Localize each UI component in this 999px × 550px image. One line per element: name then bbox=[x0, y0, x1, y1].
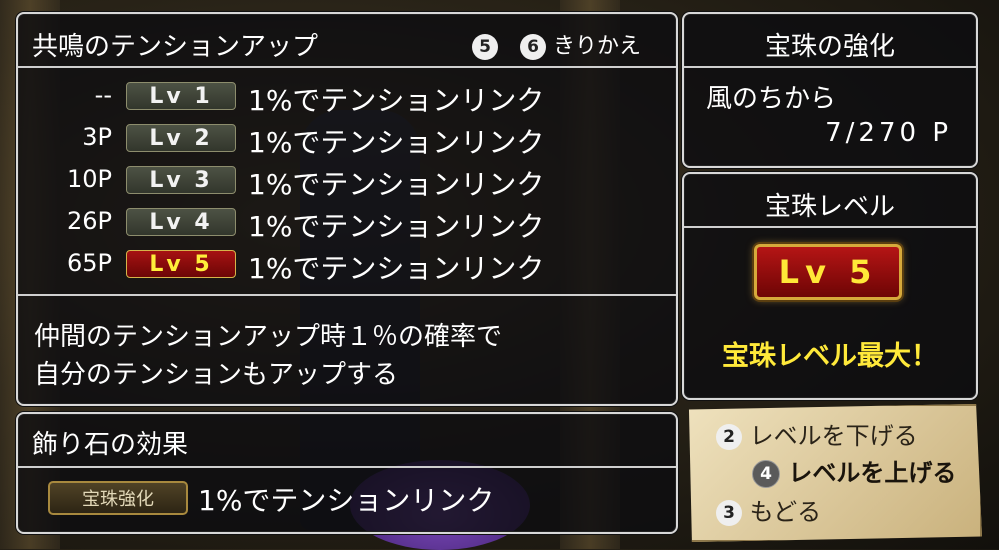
level-effect: 1%でテンションリンク bbox=[248, 210, 545, 243]
level-cost: 10P bbox=[66, 165, 112, 193]
divider bbox=[18, 466, 676, 468]
level-cost: 26P bbox=[66, 207, 112, 235]
max-level-status: 宝珠レベル最大！ bbox=[722, 341, 938, 372]
level-badge: Lv 3 bbox=[126, 166, 236, 194]
enhance-title: 宝珠の強化 bbox=[764, 32, 895, 62]
description-line-2: 自分のテンションもアップする bbox=[34, 360, 399, 390]
divider bbox=[18, 66, 676, 68]
level-effect: 1%でテンションリンク bbox=[248, 84, 545, 117]
command-level-down[interactable]: 2 レベルを下げる bbox=[716, 416, 918, 451]
ornament-title: 飾り石の効果 bbox=[32, 430, 189, 460]
command-menu: 2 レベルを下げる 4 レベルを上げる 3 もどる bbox=[688, 404, 982, 542]
command-level-up[interactable]: 4 レベルを上げる bbox=[752, 453, 956, 488]
command-back[interactable]: 3 もどる bbox=[716, 492, 821, 527]
command-label: もどる bbox=[749, 498, 822, 526]
level-effect: 1%でテンションリンク bbox=[248, 168, 545, 201]
switch-label: きりかえ bbox=[553, 34, 642, 59]
divider bbox=[684, 66, 976, 68]
power-label: 風のちから bbox=[706, 84, 837, 114]
ornament-effect: 1%でテンションリンク bbox=[198, 484, 495, 517]
divider bbox=[18, 294, 676, 296]
current-gem-level-badge: Lv 5 bbox=[754, 244, 902, 300]
button-2-icon: 2 bbox=[716, 424, 742, 450]
description-line-1: 仲間のテンションアップ時１％の確率で bbox=[34, 322, 503, 352]
level-badge: Lv 2 bbox=[126, 124, 236, 152]
level-cost: 3P bbox=[82, 123, 112, 151]
level-effect: 1%でテンションリンク bbox=[248, 126, 545, 159]
power-points: 7/270 P bbox=[825, 118, 952, 148]
level-badge: Lv 4 bbox=[126, 208, 236, 236]
level-cost: -- bbox=[94, 81, 112, 109]
switch-control[interactable]: 5 6 きりかえ bbox=[472, 28, 641, 60]
level-badge-active: Lv 5 bbox=[126, 250, 236, 278]
gem-enhance-badge: 宝珠強化 bbox=[48, 481, 188, 515]
command-label: レベルを下げる bbox=[749, 422, 918, 450]
enhance-panel: 宝珠の強化 風のちから 7/270 P bbox=[682, 12, 978, 168]
button-4-icon: 4 bbox=[752, 460, 780, 488]
divider bbox=[684, 226, 976, 228]
gem-level-title: 宝珠レベル bbox=[764, 192, 895, 222]
command-label: レベルを上げる bbox=[788, 459, 957, 487]
resonance-title: 共鳴のテンションアップ bbox=[32, 32, 319, 62]
button-5-icon: 5 bbox=[472, 34, 498, 60]
level-cost: 65P bbox=[66, 249, 112, 277]
button-6-icon: 6 bbox=[520, 34, 546, 60]
level-badge: Lv 1 bbox=[126, 82, 236, 110]
resonance-panel: 共鳴のテンションアップ 5 6 きりかえ -- Lv 1 1%でテンションリンク… bbox=[16, 12, 678, 406]
button-3-icon: 3 bbox=[716, 500, 742, 526]
level-effect: 1%でテンションリンク bbox=[248, 252, 545, 285]
